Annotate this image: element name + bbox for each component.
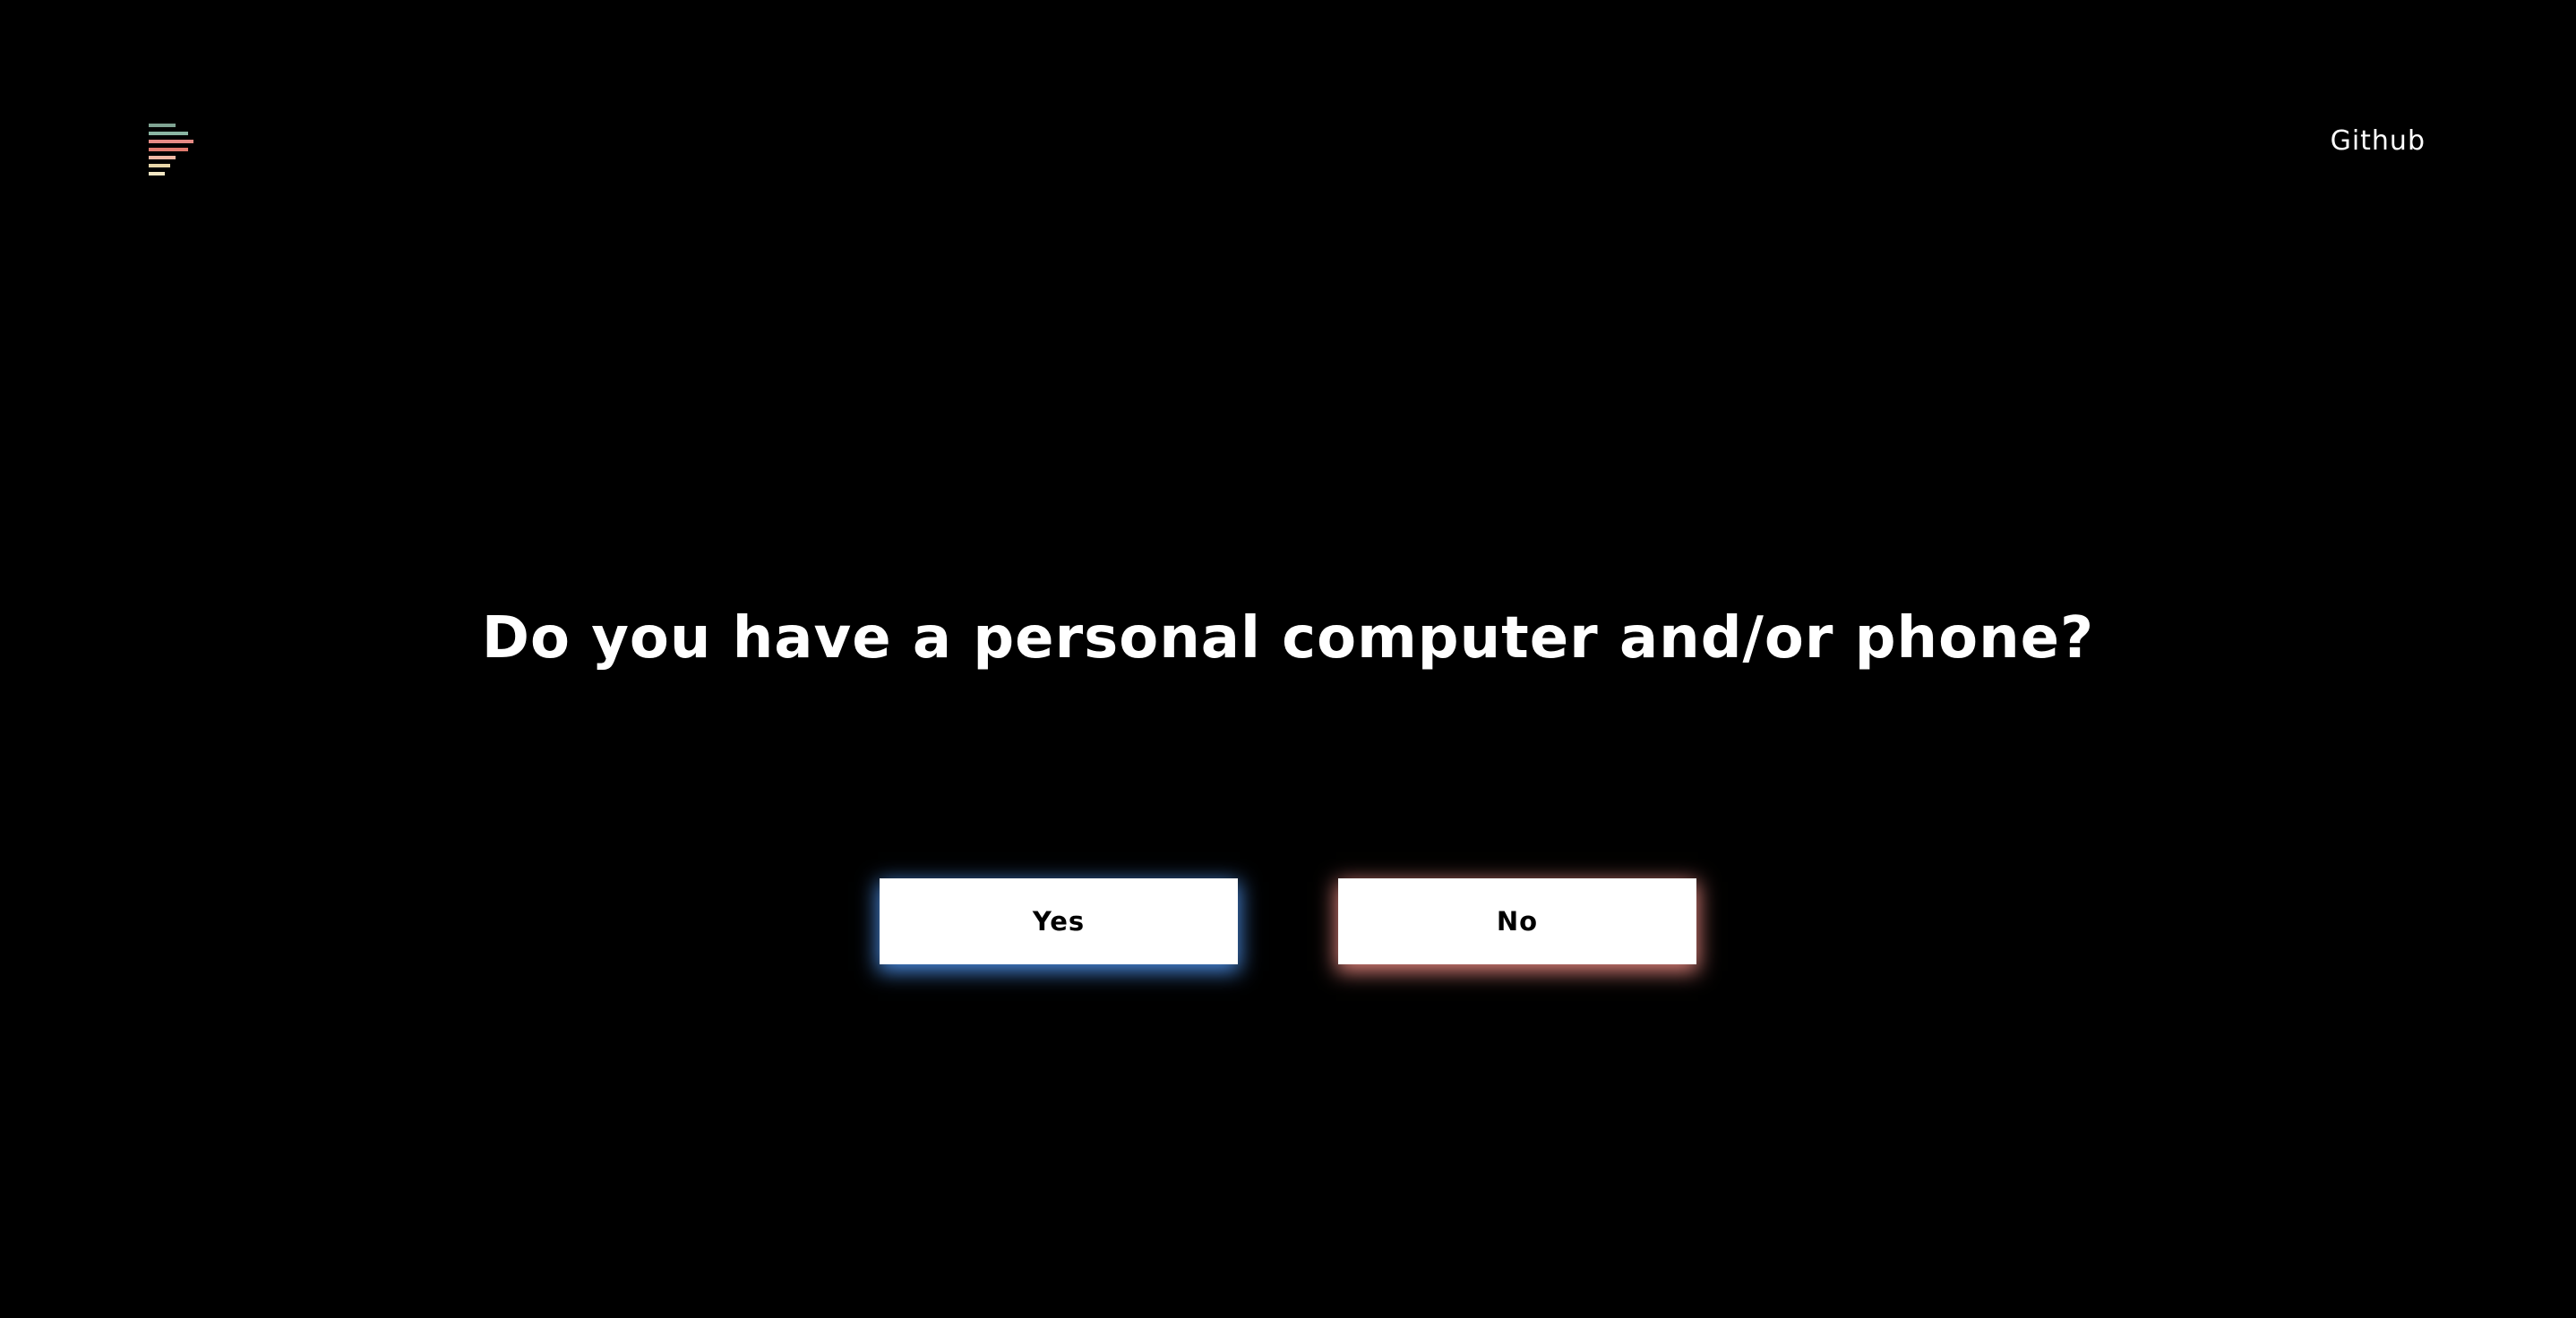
yes-button-label: Yes: [1032, 906, 1086, 937]
logo-bar: [149, 132, 188, 135]
logo-icon[interactable]: [149, 124, 195, 184]
github-link[interactable]: Github: [2331, 125, 2426, 157]
logo-bar: [149, 172, 165, 175]
logo-bar: [149, 140, 193, 143]
logo-bar: [149, 124, 176, 127]
question-heading: Do you have a personal computer and/or p…: [481, 605, 2095, 672]
logo-bar: [149, 164, 170, 167]
no-button[interactable]: No: [1338, 878, 1696, 964]
page: Github Do you have a personal computer a…: [0, 0, 2576, 1318]
logo-bar: [149, 156, 176, 159]
logo-bar: [149, 148, 188, 151]
yes-button[interactable]: Yes: [880, 878, 1238, 964]
no-button-label: No: [1496, 906, 1539, 937]
